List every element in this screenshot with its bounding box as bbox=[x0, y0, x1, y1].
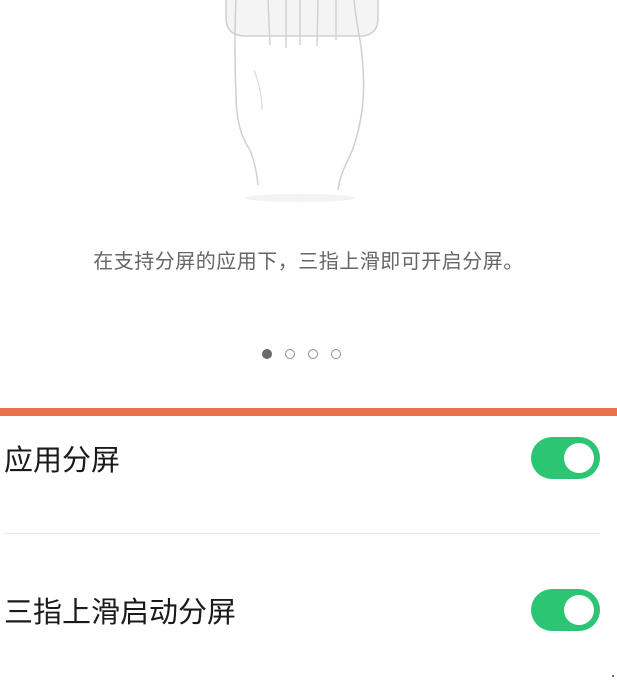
feature-hint-text: 在支持分屏的应用下，三指上滑即可开启分屏。 bbox=[93, 249, 524, 273]
page-dot-4[interactable] bbox=[331, 349, 341, 359]
app-split-screen-toggle[interactable] bbox=[531, 437, 600, 479]
setting-row-app-split-screen[interactable]: 应用分屏 bbox=[0, 428, 617, 488]
setting-label: 应用分屏 bbox=[4, 443, 121, 477]
three-finger-swipe-hand-icon bbox=[225, 0, 379, 202]
page-dot-3[interactable] bbox=[308, 349, 318, 359]
setting-row-three-finger-swipe[interactable]: 三指上滑启动分屏 bbox=[0, 580, 617, 640]
decorative-speck bbox=[612, 675, 614, 677]
setting-label: 三指上滑启动分屏 bbox=[4, 595, 237, 629]
toggle-knob bbox=[564, 443, 594, 473]
toggle-knob bbox=[564, 595, 594, 625]
three-finger-swipe-toggle[interactable] bbox=[531, 589, 600, 631]
section-divider bbox=[0, 408, 617, 416]
row-divider bbox=[4, 533, 600, 534]
page-dot-1[interactable] bbox=[262, 349, 272, 359]
page-dot-2[interactable] bbox=[285, 349, 295, 359]
page-indicator bbox=[0, 349, 617, 361]
